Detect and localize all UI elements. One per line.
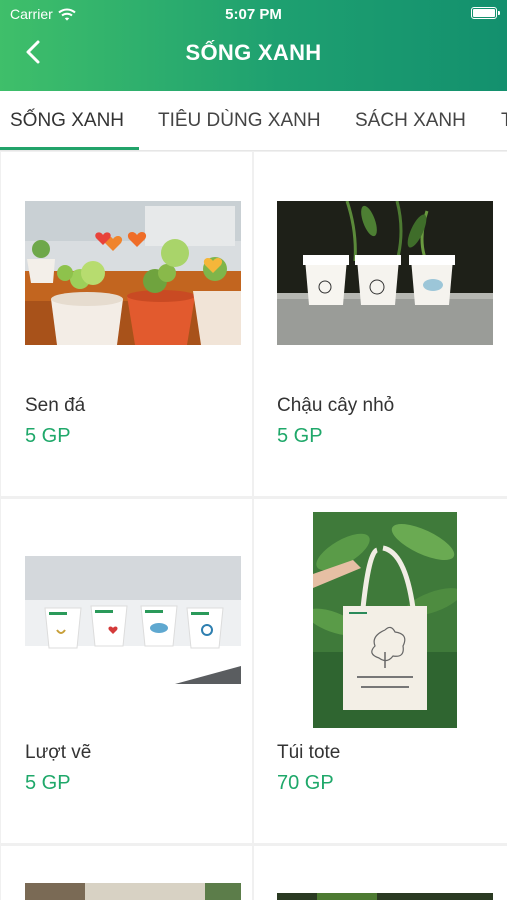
category-tabs: SỐNG XANH TIÊU DÙNG XANH SÁCH XANH T xyxy=(0,91,507,151)
succulent-pots-photo xyxy=(25,201,241,345)
product-card[interactable] xyxy=(1,846,252,900)
tab-song-xanh[interactable]: SỐNG XANH xyxy=(10,91,124,150)
header: Carrier 5:07 PM SỐNG XANH xyxy=(0,0,507,91)
product-card[interactable]: Sen đá 5 GP xyxy=(1,152,252,496)
product-price: 5 GP xyxy=(25,425,71,447)
product-card[interactable]: Túi tote 70 GP xyxy=(254,499,507,843)
status-bar: Carrier 5:07 PM xyxy=(0,0,507,28)
product-name: Lượt vẽ xyxy=(25,742,92,763)
small-plant-pots-photo xyxy=(277,201,493,345)
page-title: SỐNG XANH xyxy=(185,40,322,65)
tote-bag-photo xyxy=(313,512,457,728)
product-grid: Sen đá 5 GP Chậu cây nhỏ 5 GP Lượt vẽ 5 … xyxy=(0,151,507,900)
product-card[interactable]: Chậu cây nhỏ 5 GP xyxy=(254,152,507,496)
partial-product-photo xyxy=(277,893,493,900)
tab-sach-xanh[interactable]: SÁCH XANH xyxy=(355,91,466,150)
battery-icon xyxy=(471,7,500,19)
tab-next-partial[interactable]: T xyxy=(501,91,507,150)
active-tab-indicator xyxy=(0,147,139,150)
painted-cups-photo xyxy=(25,556,241,684)
product-name: Chậu cây nhỏ xyxy=(277,395,395,416)
status-time: 5:07 PM xyxy=(225,6,282,23)
product-price: 5 GP xyxy=(277,425,323,447)
product-price: 5 GP xyxy=(25,772,71,794)
product-name: Sen đá xyxy=(25,395,86,416)
tab-tieu-dung-xanh[interactable]: TIÊU DÙNG XANH xyxy=(158,91,321,150)
product-price: 70 GP xyxy=(277,772,334,794)
partial-product-photo xyxy=(25,883,241,900)
product-card[interactable]: Lượt vẽ 5 GP xyxy=(1,499,252,843)
product-card[interactable] xyxy=(254,846,507,900)
product-name: Túi tote xyxy=(277,742,341,763)
